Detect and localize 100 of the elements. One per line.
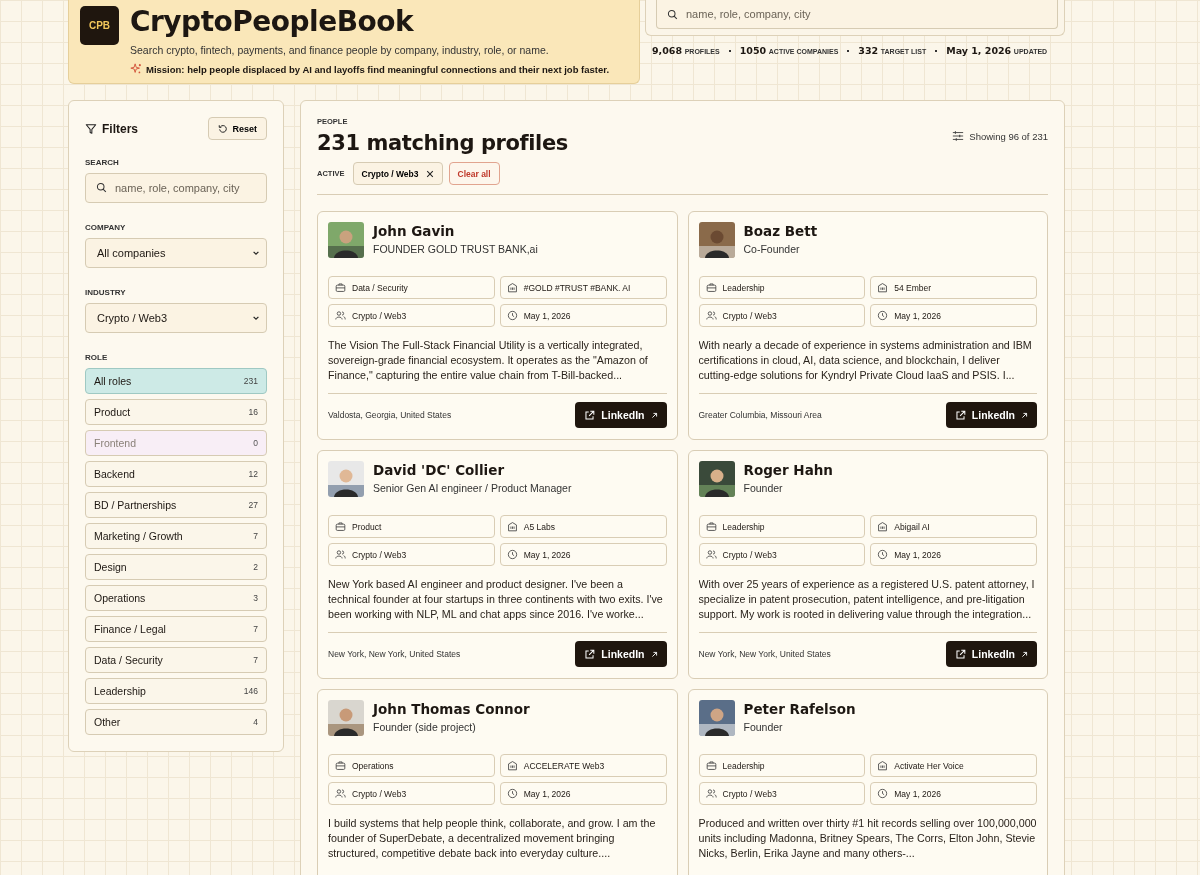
company-tag: ACCELERATE Web3: [499, 754, 667, 777]
role-tag: Data / Security: [328, 276, 495, 299]
search-field[interactable]: name, role, company, city: [85, 173, 267, 203]
mission-text: Mission: help people displaced by AI and layoffs find meaningful connections and their next job faster.: [146, 63, 610, 75]
industry-tag: Crypto / Web3: [698, 782, 866, 805]
results-title: 231 matching profiles: [317, 131, 568, 155]
search-icon: [96, 182, 107, 193]
field-label: ROLE: [85, 353, 109, 362]
bio-text: I build systems that help people think, collaborate, and grow. I am the founder of SuperDebate, a decentralized movement bringing structured, competitive debate back into everyday culture....: [328, 816, 657, 861]
company-dropdown[interactable]: All companies: [85, 238, 267, 268]
date-tag: May 1, 2026: [499, 304, 667, 327]
person-title: Founder: [743, 721, 784, 733]
building-icon: [506, 521, 518, 532]
role-option[interactable]: Backend 12: [85, 461, 267, 487]
people-icon: [335, 549, 346, 560]
reset-button[interactable]: Reset: [208, 117, 267, 140]
person-name[interactable]: Peter Rafelson: [743, 701, 856, 717]
chevron-icon: [252, 249, 260, 257]
filter-icon: [85, 122, 97, 135]
building-icon: [877, 282, 889, 293]
role-option[interactable]: Marketing / Growth 7: [85, 523, 267, 549]
logo: CPB: [80, 6, 119, 45]
filter-chip[interactable]: Crypto / Web3: [352, 162, 443, 185]
reset-icon: [218, 123, 229, 134]
person-title: Founder: [743, 482, 784, 494]
person-name[interactable]: Roger Hahn: [743, 462, 833, 478]
person-title: Senior Gen AI engineer / Product Manager: [373, 482, 572, 494]
people-icon: [705, 788, 717, 799]
role-tag: Leadership: [698, 515, 866, 538]
building-icon: [877, 521, 889, 532]
arrow-icon: [650, 650, 658, 658]
date-tag: May 1, 2026: [870, 543, 1037, 566]
person-title: Founder (side project): [373, 721, 477, 733]
role-tag: Product: [328, 515, 495, 538]
briefcase-icon: [335, 760, 346, 771]
bio-text: New York based AI engineer and product designer. I've been a technical founder at four startups in three continents with two exits. I've been working with NLP, ML and chat apps since 2016. I've worke...: [328, 577, 664, 622]
role-option[interactable]: Leadership 146: [85, 678, 267, 704]
industry-tag: Crypto / Web3: [328, 782, 495, 805]
role-option[interactable]: All roles 231: [85, 368, 267, 394]
building-icon: [506, 282, 518, 293]
site-title: CryptoPeopleBook: [130, 6, 415, 38]
bio-text: The Vision The Full-Stack Financial Utility is a vertically integrated, sovereign-grade financial ecosystem. It operates as the "Amazon of Finance," capturing the entire value chain from T-Bill-backed...: [328, 338, 649, 383]
filters-title: Filters: [102, 121, 138, 136]
location-text: New York, New York, United States: [698, 649, 831, 659]
subtitle: Search crypto, fintech, payments, and finance people by company, industry, role, or name.: [130, 44, 550, 56]
people-icon: [335, 788, 346, 799]
industry-tag: Crypto / Web3: [328, 543, 495, 566]
arrow-icon: [650, 411, 658, 419]
role-tag: Leadership: [698, 276, 866, 299]
briefcase-icon: [335, 521, 346, 532]
bio-text: Produced and written over thirty #1 hit records selling over 100,000,000 units including Madonna, Britney Spears, The Corrs, Elton John, Stevie Nicks, Berlin, Erika Jayne and many others-...: [698, 816, 1037, 861]
location-text: Valdosta, Georgia, United States: [328, 410, 452, 420]
external-link-icon: [954, 648, 966, 660]
field-label: COMPANY: [85, 223, 127, 232]
clock-icon: [506, 310, 518, 321]
person-title: Co-Founder: [743, 243, 801, 255]
location-text: New York, New York, United States: [328, 649, 461, 659]
person-name[interactable]: David 'DC' Collier: [373, 462, 572, 478]
field-label: INDUSTRY: [85, 288, 127, 297]
person-name[interactable]: John Thomas Connor: [373, 701, 530, 717]
industry-tag: Crypto / Web3: [698, 543, 866, 566]
company-tag: Abigail AI: [870, 515, 1037, 538]
industry-dropdown[interactable]: Crypto / Web3: [85, 303, 267, 333]
industry-tag: Crypto / Web3: [328, 304, 495, 327]
location-text: Greater Columbia, Missouri Area: [698, 410, 822, 420]
chevron-icon: [252, 314, 260, 322]
person-name[interactable]: John Gavin: [373, 223, 538, 239]
clear-all-button[interactable]: Clear all: [448, 162, 500, 185]
search-field[interactable]: name, role, company, city: [656, 0, 1058, 29]
linkedin-button[interactable]: LinkedIn: [945, 641, 1037, 667]
role-option[interactable]: BD / Partnerships 27: [85, 492, 267, 518]
clock-icon: [877, 788, 889, 799]
role-option[interactable]: Product 16: [85, 399, 267, 425]
people-icon: [705, 549, 717, 560]
sliders-icon: [952, 130, 965, 142]
people-icon: [705, 310, 717, 321]
role-option[interactable]: Design 2: [85, 554, 267, 580]
role-option[interactable]: Data / Security 7: [85, 647, 267, 673]
briefcase-icon: [705, 282, 717, 293]
clock-icon: [877, 310, 889, 321]
briefcase-icon: [705, 760, 717, 771]
building-icon: [877, 760, 889, 771]
role-option[interactable]: Other 4: [85, 709, 267, 735]
linkedin-button[interactable]: LinkedIn: [575, 402, 667, 428]
person-name[interactable]: Boaz Bett: [743, 223, 818, 239]
role-option[interactable]: Operations 3: [85, 585, 267, 611]
arrow-icon: [1021, 650, 1028, 658]
people-icon: [335, 310, 346, 321]
company-tag: #GOLD #TRUST #BANK. AI: [499, 276, 667, 299]
search-icon: [667, 9, 678, 20]
linkedin-button[interactable]: LinkedIn: [945, 402, 1037, 428]
external-link-icon: [954, 409, 966, 421]
arrow-icon: [1021, 411, 1028, 419]
bio-text: With over 25 years of experience as a registered U.S. patent attorney, I specialize in patent prosecution, patent intelligence, and pre-litigation support. My work is rooted in delivering value through the integration...: [698, 577, 1036, 622]
briefcase-icon: [705, 521, 717, 532]
linkedin-button[interactable]: LinkedIn: [575, 641, 667, 667]
close-icon: [425, 169, 434, 178]
role-option[interactable]: Finance / Legal 7: [85, 616, 267, 642]
field-label: SEARCH: [85, 158, 120, 167]
role-tag: Leadership: [698, 754, 866, 777]
